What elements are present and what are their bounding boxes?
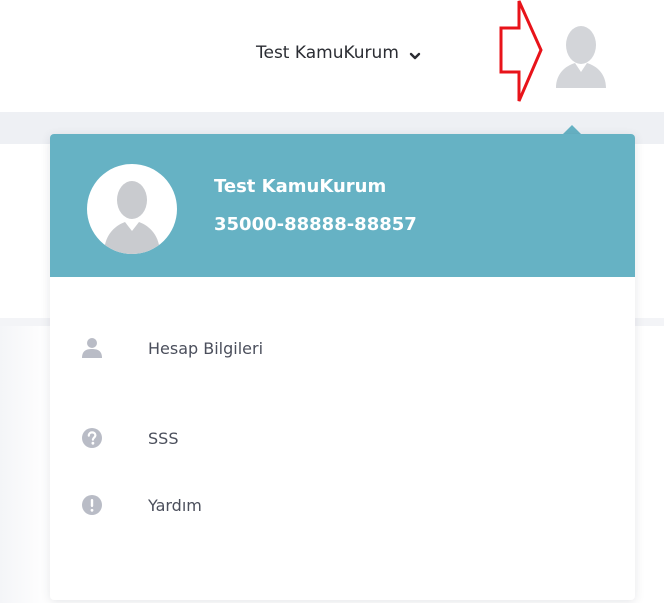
menu-item-label: SSS: [148, 428, 179, 448]
chevron-down-icon: [409, 47, 421, 60]
menu-item-sss[interactable]: SSS: [50, 416, 635, 460]
header-user-name: Test KamuKurum: [256, 43, 399, 63]
user-avatar-icon[interactable]: [552, 22, 610, 88]
menu-item-label: Yardım: [148, 495, 202, 515]
red-arrow-outline-icon: [496, 0, 544, 104]
question-circle-icon: [81, 427, 103, 449]
top-bar: Test KamuKurum: [0, 0, 664, 112]
profile-name: Test KamuKurum: [214, 176, 387, 197]
profile-header: Test KamuKurum 35000-88888-88857: [50, 134, 635, 277]
user-dropdown-menu: Test KamuKurum 35000-88888-88857 Hesap B…: [50, 134, 635, 600]
menu-item-yardim[interactable]: Yardım: [50, 483, 635, 527]
background-shade: [0, 326, 50, 603]
menu-item-hesap-bilgileri[interactable]: Hesap Bilgileri: [50, 326, 635, 370]
menu-item-label: Hesap Bilgileri: [148, 338, 264, 358]
user-icon: [81, 337, 103, 359]
profile-avatar: [87, 164, 177, 254]
user-menu-toggle[interactable]: Test KamuKurum: [256, 41, 421, 65]
exclamation-circle-icon: [81, 494, 103, 516]
profile-id: 35000-88888-88857: [214, 214, 417, 235]
user-avatar-icon: [104, 181, 160, 254]
